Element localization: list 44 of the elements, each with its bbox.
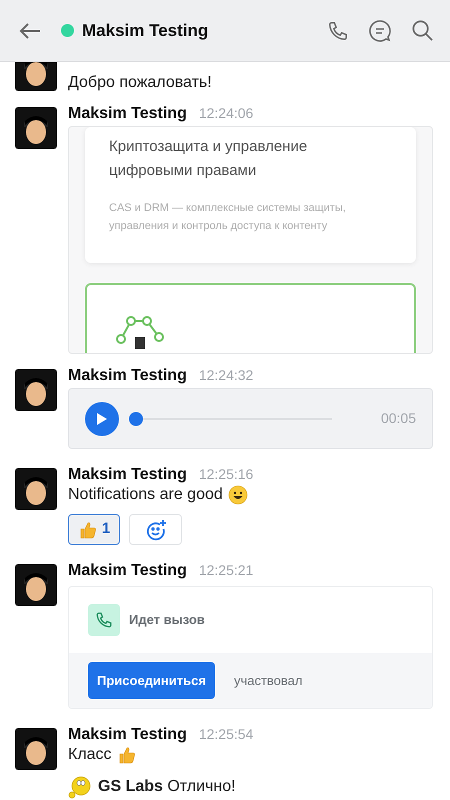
thumbs-up-icon	[78, 520, 98, 540]
chat-title: Maksim Testing	[82, 20, 208, 42]
play-icon	[96, 412, 108, 426]
author-name: Maksim Testing	[68, 105, 187, 123]
author-name: Maksim Testing	[68, 466, 187, 484]
call-status: Идет вызов	[129, 611, 205, 630]
message-time: 12:25:21	[198, 561, 254, 579]
add-emoji-icon	[144, 518, 166, 540]
audio-duration: 00:05	[380, 409, 416, 428]
threads-button[interactable]	[368, 18, 392, 42]
message-time: 12:24:06	[198, 104, 254, 122]
avatar	[15, 107, 57, 149]
back-arrow-icon	[19, 22, 41, 40]
message-text: Notifications are good	[68, 485, 223, 505]
message-text: Добро пожаловать!	[68, 74, 212, 91]
signature-text: GS Labs Отлично!	[98, 777, 236, 797]
preview-title: Криптозащита и управление цифровыми правами	[109, 137, 308, 181]
message-time: 12:25:54	[198, 725, 254, 743]
preview-description: CAS и DRM — комплексные системы защиты, управления и контроль доступа к контенту	[109, 201, 347, 234]
phone-icon	[88, 604, 120, 636]
phone-icon	[327, 20, 349, 42]
avatar	[15, 369, 57, 411]
search-icon	[411, 19, 434, 42]
avatar	[15, 468, 57, 510]
chat-bubble-icon	[368, 18, 392, 42]
author-name: Maksim Testing	[68, 367, 187, 385]
author-name: Maksim Testing	[68, 562, 187, 580]
progress-thumb[interactable]	[129, 412, 143, 426]
author-name: Maksim Testing	[68, 726, 187, 744]
message-time: 12:25:16	[198, 465, 254, 483]
add-reaction-button[interactable]	[129, 514, 182, 545]
call-button[interactable]	[327, 20, 349, 42]
play-button[interactable]	[85, 402, 119, 436]
reaction-button[interactable]: 1	[68, 514, 120, 545]
link-preview[interactable]: Криптозащита и управление цифровыми правами CAS и DRM — комплексные системы защиты, управления и контроль доступа к контенту	[68, 126, 433, 354]
message-text: Класс	[68, 745, 112, 765]
thumbs-up-icon	[116, 745, 137, 765]
smiley-icon	[228, 485, 248, 505]
join-button[interactable]: Присоединиться	[88, 662, 215, 699]
call-note: участвовал	[234, 672, 302, 690]
search-button[interactable]	[411, 19, 434, 42]
message-time: 12:24:32	[198, 366, 254, 384]
avatar	[15, 564, 57, 606]
avatar	[15, 728, 57, 770]
